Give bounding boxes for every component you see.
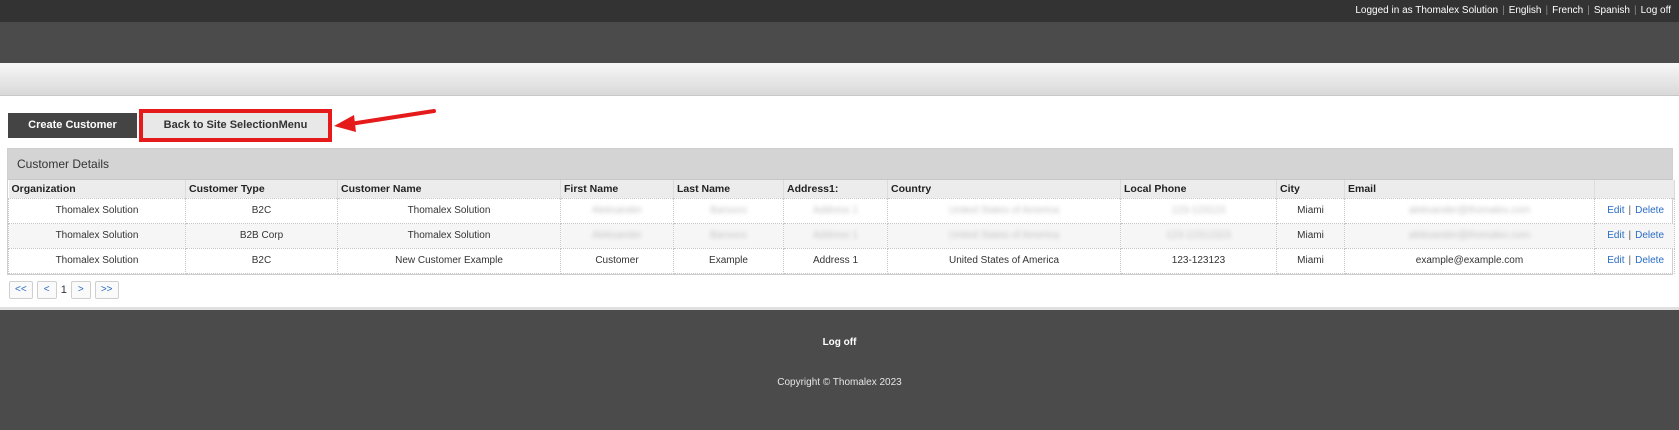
cell-last-name: Example: [673, 247, 784, 274]
back-to-site-selection-button[interactable]: Back to Site SelectionMenu: [139, 109, 332, 142]
copyright-text: Copyright © Thomalex 2023: [777, 377, 902, 388]
annotation-arrow-icon: [334, 109, 436, 132]
cell-email: aleksander@thomalex.com: [1344, 222, 1595, 249]
top-bar: Logged in as Thomalex Solution | English | F…: [0, 0, 1679, 22]
cell-country: United States of America: [887, 222, 1121, 249]
table-row: Thomalex Solution B2C Thomalex Solution …: [8, 197, 1675, 224]
cell-organization: Thomalex Solution: [8, 222, 186, 249]
col-email[interactable]: Email: [1344, 180, 1595, 198]
col-country[interactable]: Country: [887, 180, 1121, 198]
cell-customer-type: B2B Corp: [185, 222, 338, 249]
cell-first-name: Aleksander: [560, 197, 674, 224]
delete-link[interactable]: Delete: [1635, 255, 1664, 266]
cell-actions: Edit | Delete: [1594, 247, 1675, 274]
cell-city: Miami: [1276, 222, 1345, 249]
cell-email: example@example.com: [1344, 247, 1595, 274]
cell-city: Miami: [1276, 197, 1345, 224]
language-spanish-link[interactable]: Spanish: [1594, 5, 1630, 16]
customer-details-panel: Customer Details Organization Customer T…: [7, 148, 1675, 275]
pager-current-page: 1: [60, 284, 67, 296]
panel-title: Customer Details: [8, 149, 1672, 180]
logged-in-text: Logged in as Thomalex Solution: [1355, 5, 1499, 16]
create-customer-button[interactable]: Create Customer: [8, 113, 137, 138]
pager-next-button[interactable]: >: [70, 281, 91, 299]
cell-first-name: Customer: [560, 247, 674, 274]
cell-address1: Address 1: [783, 247, 888, 274]
cell-address1: Address 1: [783, 197, 888, 224]
delete-link[interactable]: Delete: [1635, 205, 1664, 216]
cell-country: United States of America: [887, 197, 1121, 224]
language-french-link[interactable]: French: [1552, 5, 1583, 16]
cell-customer-name: Thomalex Solution: [337, 222, 561, 249]
cell-last-name: Barsoco: [673, 197, 784, 224]
user-links: Logged in as Thomalex Solution | English | F…: [1355, 5, 1671, 16]
pager-last-button[interactable]: >>: [94, 281, 119, 299]
cell-local-phone: 123-123123: [1120, 247, 1277, 274]
header-toolbar: [0, 63, 1679, 96]
col-organization[interactable]: Organization: [8, 180, 186, 198]
table-row: Thomalex Solution B2C New Customer Examp…: [8, 247, 1675, 274]
cell-customer-type: B2C: [185, 247, 338, 274]
language-english-link[interactable]: English: [1509, 5, 1542, 16]
delete-link[interactable]: Delete: [1635, 230, 1664, 241]
col-customer-type[interactable]: Customer Type: [185, 180, 338, 198]
cell-address1: Address 1: [783, 222, 888, 249]
footer-logoff-link[interactable]: Log off: [0, 337, 1679, 348]
col-actions: [1594, 180, 1675, 198]
cell-first-name: Aleksander: [560, 222, 674, 249]
cell-organization: Thomalex Solution: [8, 247, 186, 274]
cell-local-phone: 123-12312323: [1120, 222, 1277, 249]
edit-link[interactable]: Edit: [1607, 205, 1624, 216]
col-address1[interactable]: Address1:: [783, 180, 888, 198]
cell-customer-name: New Customer Example: [337, 247, 561, 274]
pagination: << <1 > >>: [9, 281, 123, 299]
cell-organization: Thomalex Solution: [8, 197, 186, 224]
cell-customer-name: Thomalex Solution: [337, 197, 561, 224]
cell-local-phone: 123-123123: [1120, 197, 1277, 224]
cell-customer-type: B2C: [185, 197, 338, 224]
col-customer-name[interactable]: Customer Name: [337, 180, 561, 198]
cell-actions: Edit | Delete: [1594, 222, 1675, 249]
edit-link[interactable]: Edit: [1607, 255, 1624, 266]
col-last-name[interactable]: Last Name: [673, 180, 784, 198]
pager-prev-button[interactable]: <: [36, 281, 57, 299]
customer-table: Organization Customer Type Customer Name…: [8, 180, 1675, 274]
col-local-phone[interactable]: Local Phone: [1120, 180, 1277, 198]
cell-actions: Edit | Delete: [1594, 197, 1675, 224]
cell-country: United States of America: [887, 247, 1121, 274]
table-row: Thomalex Solution B2B Corp Thomalex Solu…: [8, 222, 1675, 249]
top-logoff-link[interactable]: Log off: [1641, 5, 1671, 16]
cell-city: Miami: [1276, 247, 1345, 274]
footer: Log off Copyright © Thomalex 2023: [0, 310, 1679, 430]
pager-first-button[interactable]: <<: [9, 281, 33, 299]
table-header-row: Organization Customer Type Customer Name…: [8, 180, 1675, 198]
col-city[interactable]: City: [1276, 180, 1345, 198]
cell-email: aleksander@thomalex.com: [1344, 197, 1595, 224]
col-first-name[interactable]: First Name: [560, 180, 674, 198]
cell-last-name: Barsoco: [673, 222, 784, 249]
edit-link[interactable]: Edit: [1607, 230, 1624, 241]
header-band: [0, 22, 1679, 63]
